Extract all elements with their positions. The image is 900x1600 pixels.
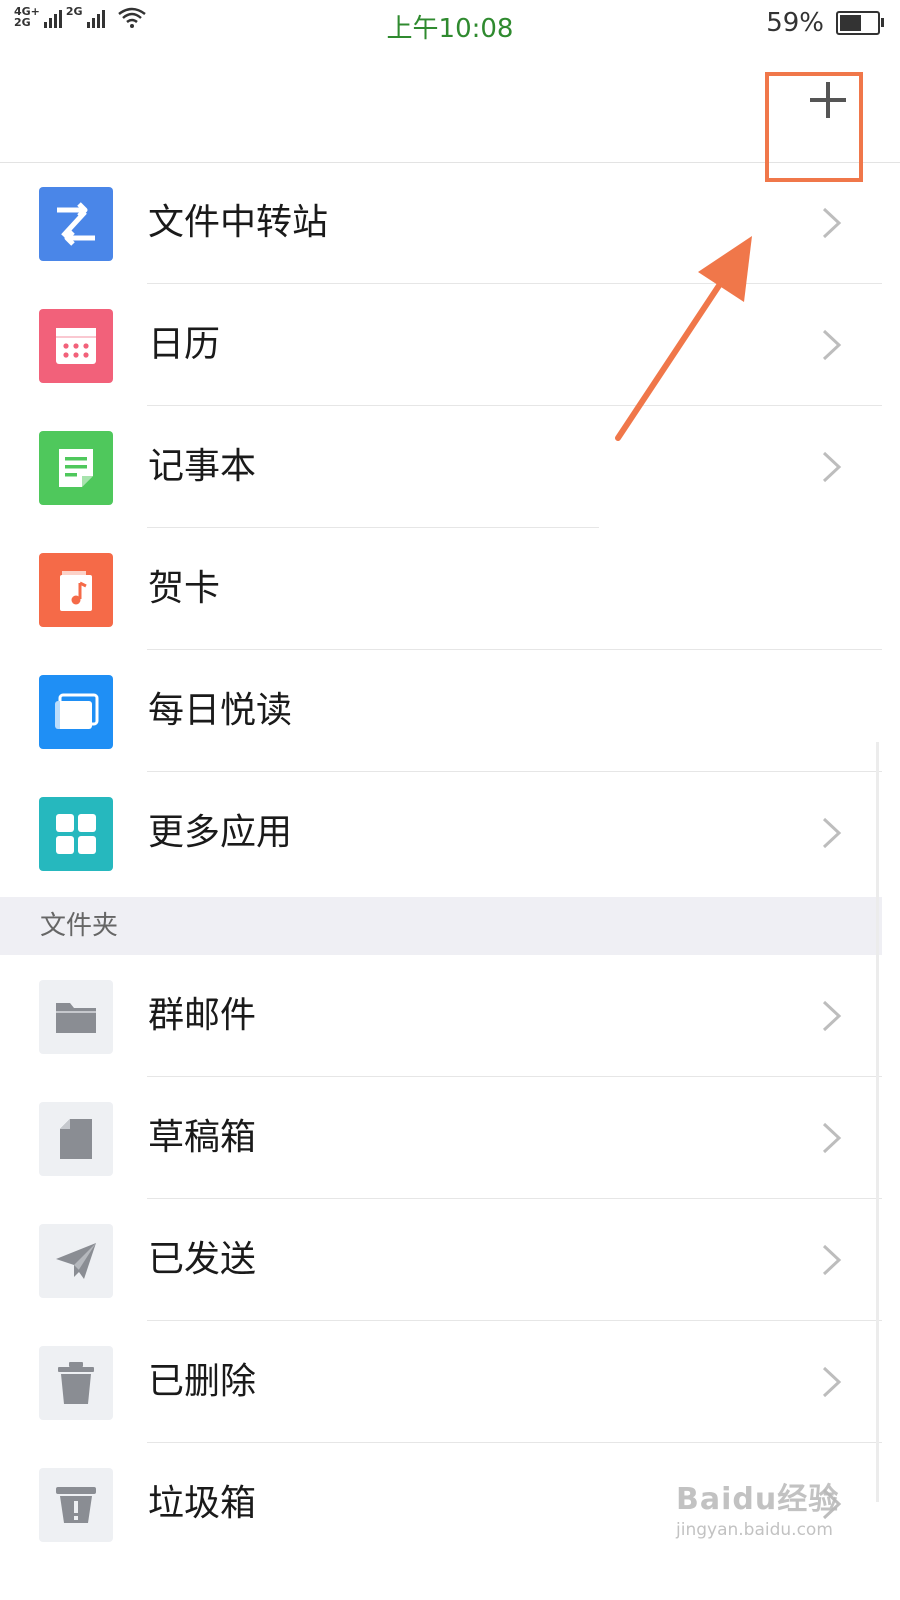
notepad-icon xyxy=(39,431,113,505)
battery-percent: 59% xyxy=(766,8,824,38)
chevron-right-icon xyxy=(820,1243,844,1281)
app-item-notepad[interactable]: 记事本 xyxy=(0,406,882,528)
app-item-label: 更多应用 xyxy=(148,812,293,853)
trash-icon xyxy=(39,1346,113,1420)
greeting-card-icon xyxy=(39,553,113,627)
folder-item-label: 草稿箱 xyxy=(148,1117,257,1158)
send-icon xyxy=(39,1224,113,1298)
folder-icon xyxy=(39,980,113,1054)
battery-status: 59% xyxy=(766,8,884,38)
app-item-label: 每日悦读 xyxy=(148,690,293,731)
chevron-right-icon xyxy=(820,816,844,854)
folder-item-drafts[interactable]: 草稿箱 xyxy=(0,1077,882,1199)
status-bar: 4G+ 2G 2G 上午10:08 59% xyxy=(0,0,900,46)
folder-item-label: 群邮件 xyxy=(148,995,257,1036)
app-item-greeting-card[interactable]: 贺卡 xyxy=(0,528,882,650)
scroll-indicator xyxy=(876,742,879,1502)
watermark: Baidu经验 jingyan.baidu.com xyxy=(676,1474,839,1540)
folder-item-label: 已发送 xyxy=(148,1239,257,1280)
watermark-logo: Baidu经验 xyxy=(676,1482,840,1517)
battery-icon xyxy=(836,11,884,35)
grid-icon xyxy=(39,797,113,871)
chevron-right-icon xyxy=(820,1121,844,1159)
chevron-right-icon xyxy=(820,206,844,244)
daily-read-icon xyxy=(39,675,113,749)
battery-fill xyxy=(840,15,861,31)
app-item-calendar[interactable]: 日历 xyxy=(0,284,882,406)
calendar-icon xyxy=(39,309,113,383)
app-item-more-apps[interactable]: 更多应用 xyxy=(0,772,882,894)
folder-item-label: 垃圾箱 xyxy=(148,1483,257,1524)
chevron-right-icon xyxy=(820,999,844,1037)
app-item-daily-read[interactable]: 每日悦读 xyxy=(0,650,882,772)
draft-icon xyxy=(39,1102,113,1176)
folder-item-group-mail[interactable]: 群邮件 xyxy=(0,955,882,1077)
chevron-right-icon xyxy=(820,328,844,366)
chevron-right-icon xyxy=(820,450,844,488)
watermark-url: jingyan.baidu.com xyxy=(676,1520,833,1540)
folder-item-label: 已删除 xyxy=(148,1361,257,1402)
app-item-label: 日历 xyxy=(148,324,221,365)
app-item-label: 记事本 xyxy=(148,446,257,487)
folders-section-header: 文件夹 xyxy=(0,897,882,955)
spam-icon xyxy=(39,1468,113,1542)
folder-item-sent[interactable]: 已发送 xyxy=(0,1199,882,1321)
folder-item-deleted[interactable]: 已删除 xyxy=(0,1321,882,1443)
chevron-right-icon xyxy=(820,1365,844,1403)
transfer-icon xyxy=(39,187,113,261)
app-item-label: 文件中转站 xyxy=(148,202,329,243)
app-item-label: 贺卡 xyxy=(148,568,221,609)
app-item-file-transfer[interactable]: 文件中转站 xyxy=(0,162,882,284)
section-title: 文件夹 xyxy=(40,911,119,941)
clock: 上午10:08 xyxy=(386,14,514,44)
